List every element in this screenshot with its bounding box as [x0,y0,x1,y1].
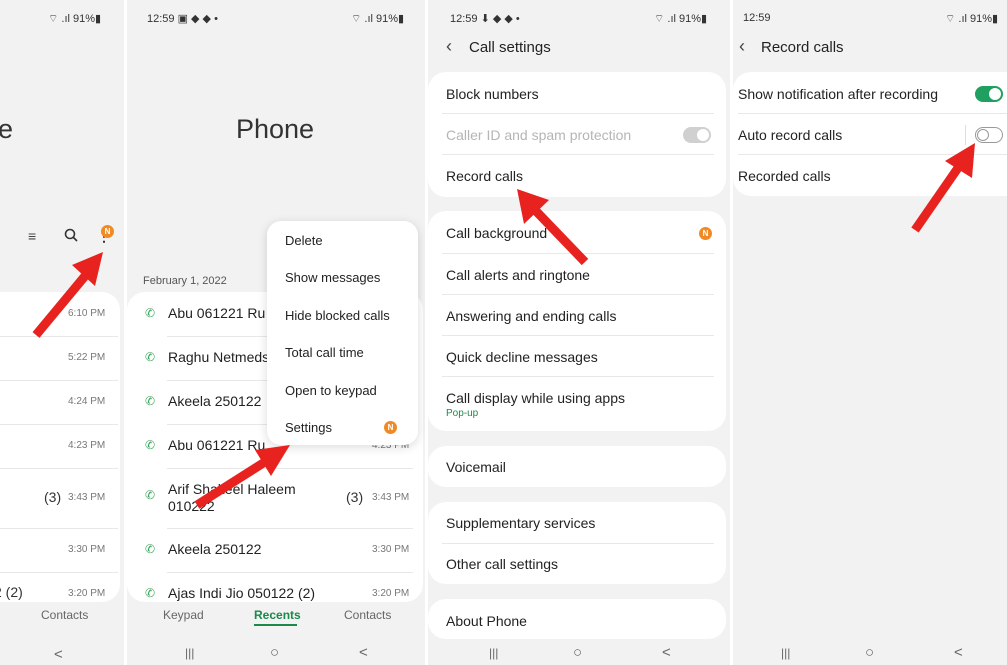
arrow-to-record-calls [517,189,589,266]
arrow-to-auto-record-toggle [911,143,975,233]
arrow-to-settings [194,445,290,509]
arrow-to-more-menu [32,252,103,338]
annotation-arrows [32,143,975,509]
